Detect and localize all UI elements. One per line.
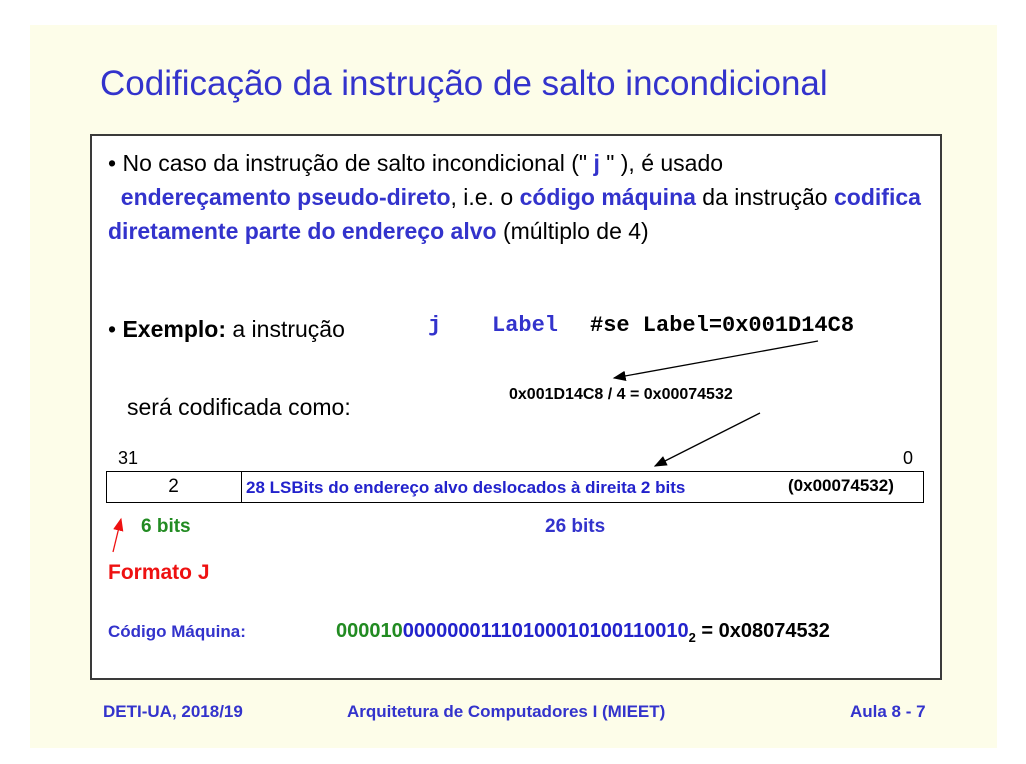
arrow-format-j <box>112 517 124 553</box>
footer-course: Arquitetura de Computadores I (MIEET) <box>347 702 666 721</box>
arrow-label-to-calc <box>612 340 819 382</box>
arrow-calc-to-field <box>653 412 761 467</box>
footer-institution: DETI-UA, 2018/19 <box>103 702 243 721</box>
footer-slide-number: Aula 8 - 7 <box>850 702 926 721</box>
arrows-layer <box>112 340 819 553</box>
